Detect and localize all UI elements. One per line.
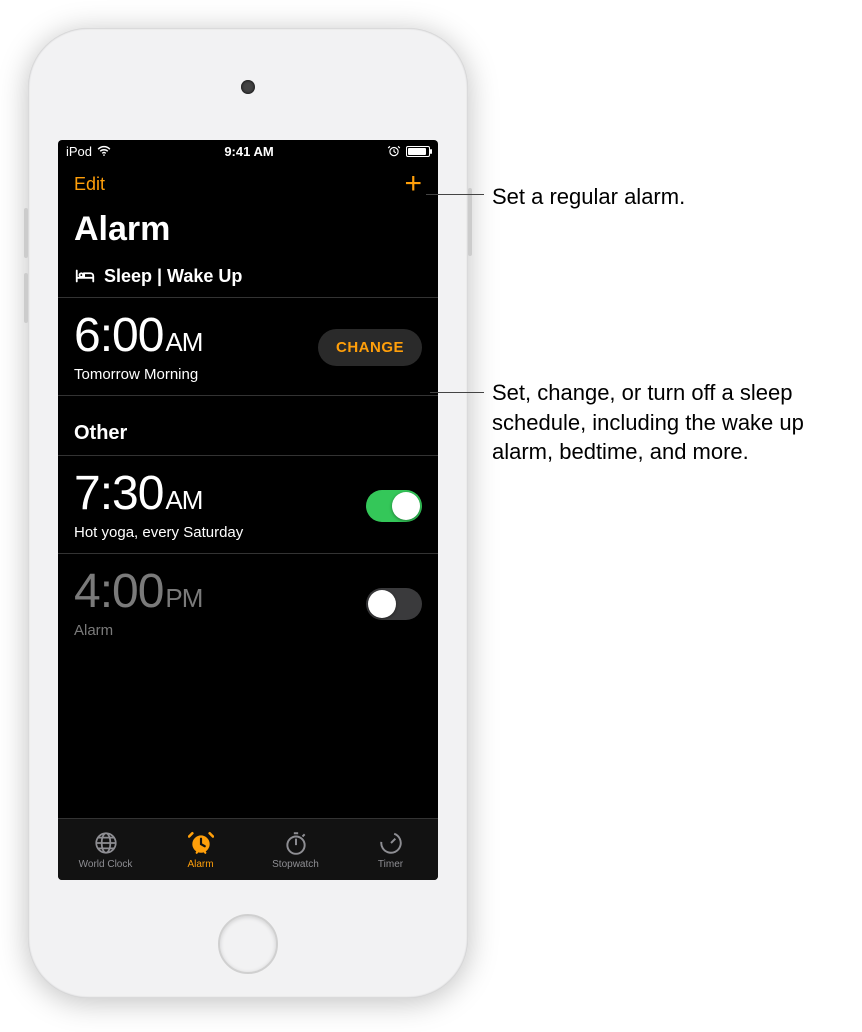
- tab-timer[interactable]: Timer: [343, 819, 438, 880]
- sleep-section-title: Sleep | Wake Up: [104, 266, 242, 287]
- page-title: Alarm: [58, 206, 438, 259]
- callout-add: Set a regular alarm.: [492, 182, 685, 212]
- globe-icon: [93, 830, 119, 856]
- tab-stopwatch[interactable]: Stopwatch: [248, 819, 343, 880]
- front-camera: [241, 80, 255, 94]
- sleep-alarm-time: 6:00AM: [74, 312, 202, 360]
- callout-change: Set, change, or turn off a sleep schedul…: [492, 378, 842, 467]
- status-bar: iPod 9:41 AM: [58, 140, 438, 162]
- sleep-wake-button[interactable]: [468, 188, 472, 256]
- add-alarm-button[interactable]: +: [404, 169, 422, 199]
- change-sleep-button[interactable]: CHANGE: [318, 329, 422, 366]
- screen: iPod 9:41 AM Edit +: [58, 140, 438, 880]
- alarm-0-ampm: AM: [165, 485, 202, 515]
- alarm-0-time-value: 7:30: [74, 467, 163, 520]
- tab-label: World Clock: [79, 859, 133, 870]
- alarm-1-ampm: PM: [165, 583, 202, 613]
- alarm-1-label: Alarm: [74, 622, 202, 639]
- tab-bar: World Clock Alarm Stopwatch: [58, 818, 438, 880]
- alarm-status-icon: [387, 144, 401, 158]
- home-button[interactable]: [218, 914, 278, 974]
- alarm-icon: [188, 830, 214, 856]
- other-section-header: Other: [58, 396, 438, 456]
- tab-label: Timer: [378, 859, 403, 870]
- battery-icon: [406, 146, 430, 157]
- sleep-time-ampm: AM: [165, 327, 202, 357]
- alarm-1-toggle[interactable]: [366, 588, 422, 620]
- alarm-row-0[interactable]: 7:30AM Hot yoga, every Saturday: [58, 456, 438, 554]
- bed-icon: [74, 265, 96, 287]
- wifi-icon: [97, 144, 111, 158]
- stopwatch-icon: [283, 830, 309, 856]
- edit-button[interactable]: Edit: [74, 174, 105, 195]
- alarm-0-toggle[interactable]: [366, 490, 422, 522]
- callout-line-change: [430, 392, 484, 393]
- device-frame: iPod 9:41 AM Edit +: [28, 28, 468, 998]
- callout-line-add: [426, 194, 484, 195]
- tab-label: Alarm: [187, 859, 213, 870]
- carrier-label: iPod: [66, 144, 92, 159]
- alarm-1-time: 4:00PM: [74, 568, 202, 616]
- tab-world-clock[interactable]: World Clock: [58, 819, 153, 880]
- alarm-0-time: 7:30AM: [74, 470, 243, 518]
- tab-alarm[interactable]: Alarm: [153, 819, 248, 880]
- sleep-alarm-subtitle: Tomorrow Morning: [74, 366, 202, 383]
- volume-down-button[interactable]: [24, 273, 28, 323]
- sleep-time-value: 6:00: [74, 309, 163, 362]
- alarm-0-label: Hot yoga, every Saturday: [74, 524, 243, 541]
- alarm-row-1[interactable]: 4:00PM Alarm: [58, 554, 438, 651]
- status-time: 9:41 AM: [224, 144, 273, 159]
- nav-bar: Edit +: [58, 162, 438, 206]
- timer-icon: [378, 830, 404, 856]
- sleep-alarm-row: 6:00AM Tomorrow Morning CHANGE: [58, 298, 438, 396]
- volume-up-button[interactable]: [24, 208, 28, 258]
- sleep-section-header: Sleep | Wake Up: [58, 259, 438, 298]
- alarm-1-time-value: 4:00: [74, 565, 163, 618]
- tab-label: Stopwatch: [272, 859, 319, 870]
